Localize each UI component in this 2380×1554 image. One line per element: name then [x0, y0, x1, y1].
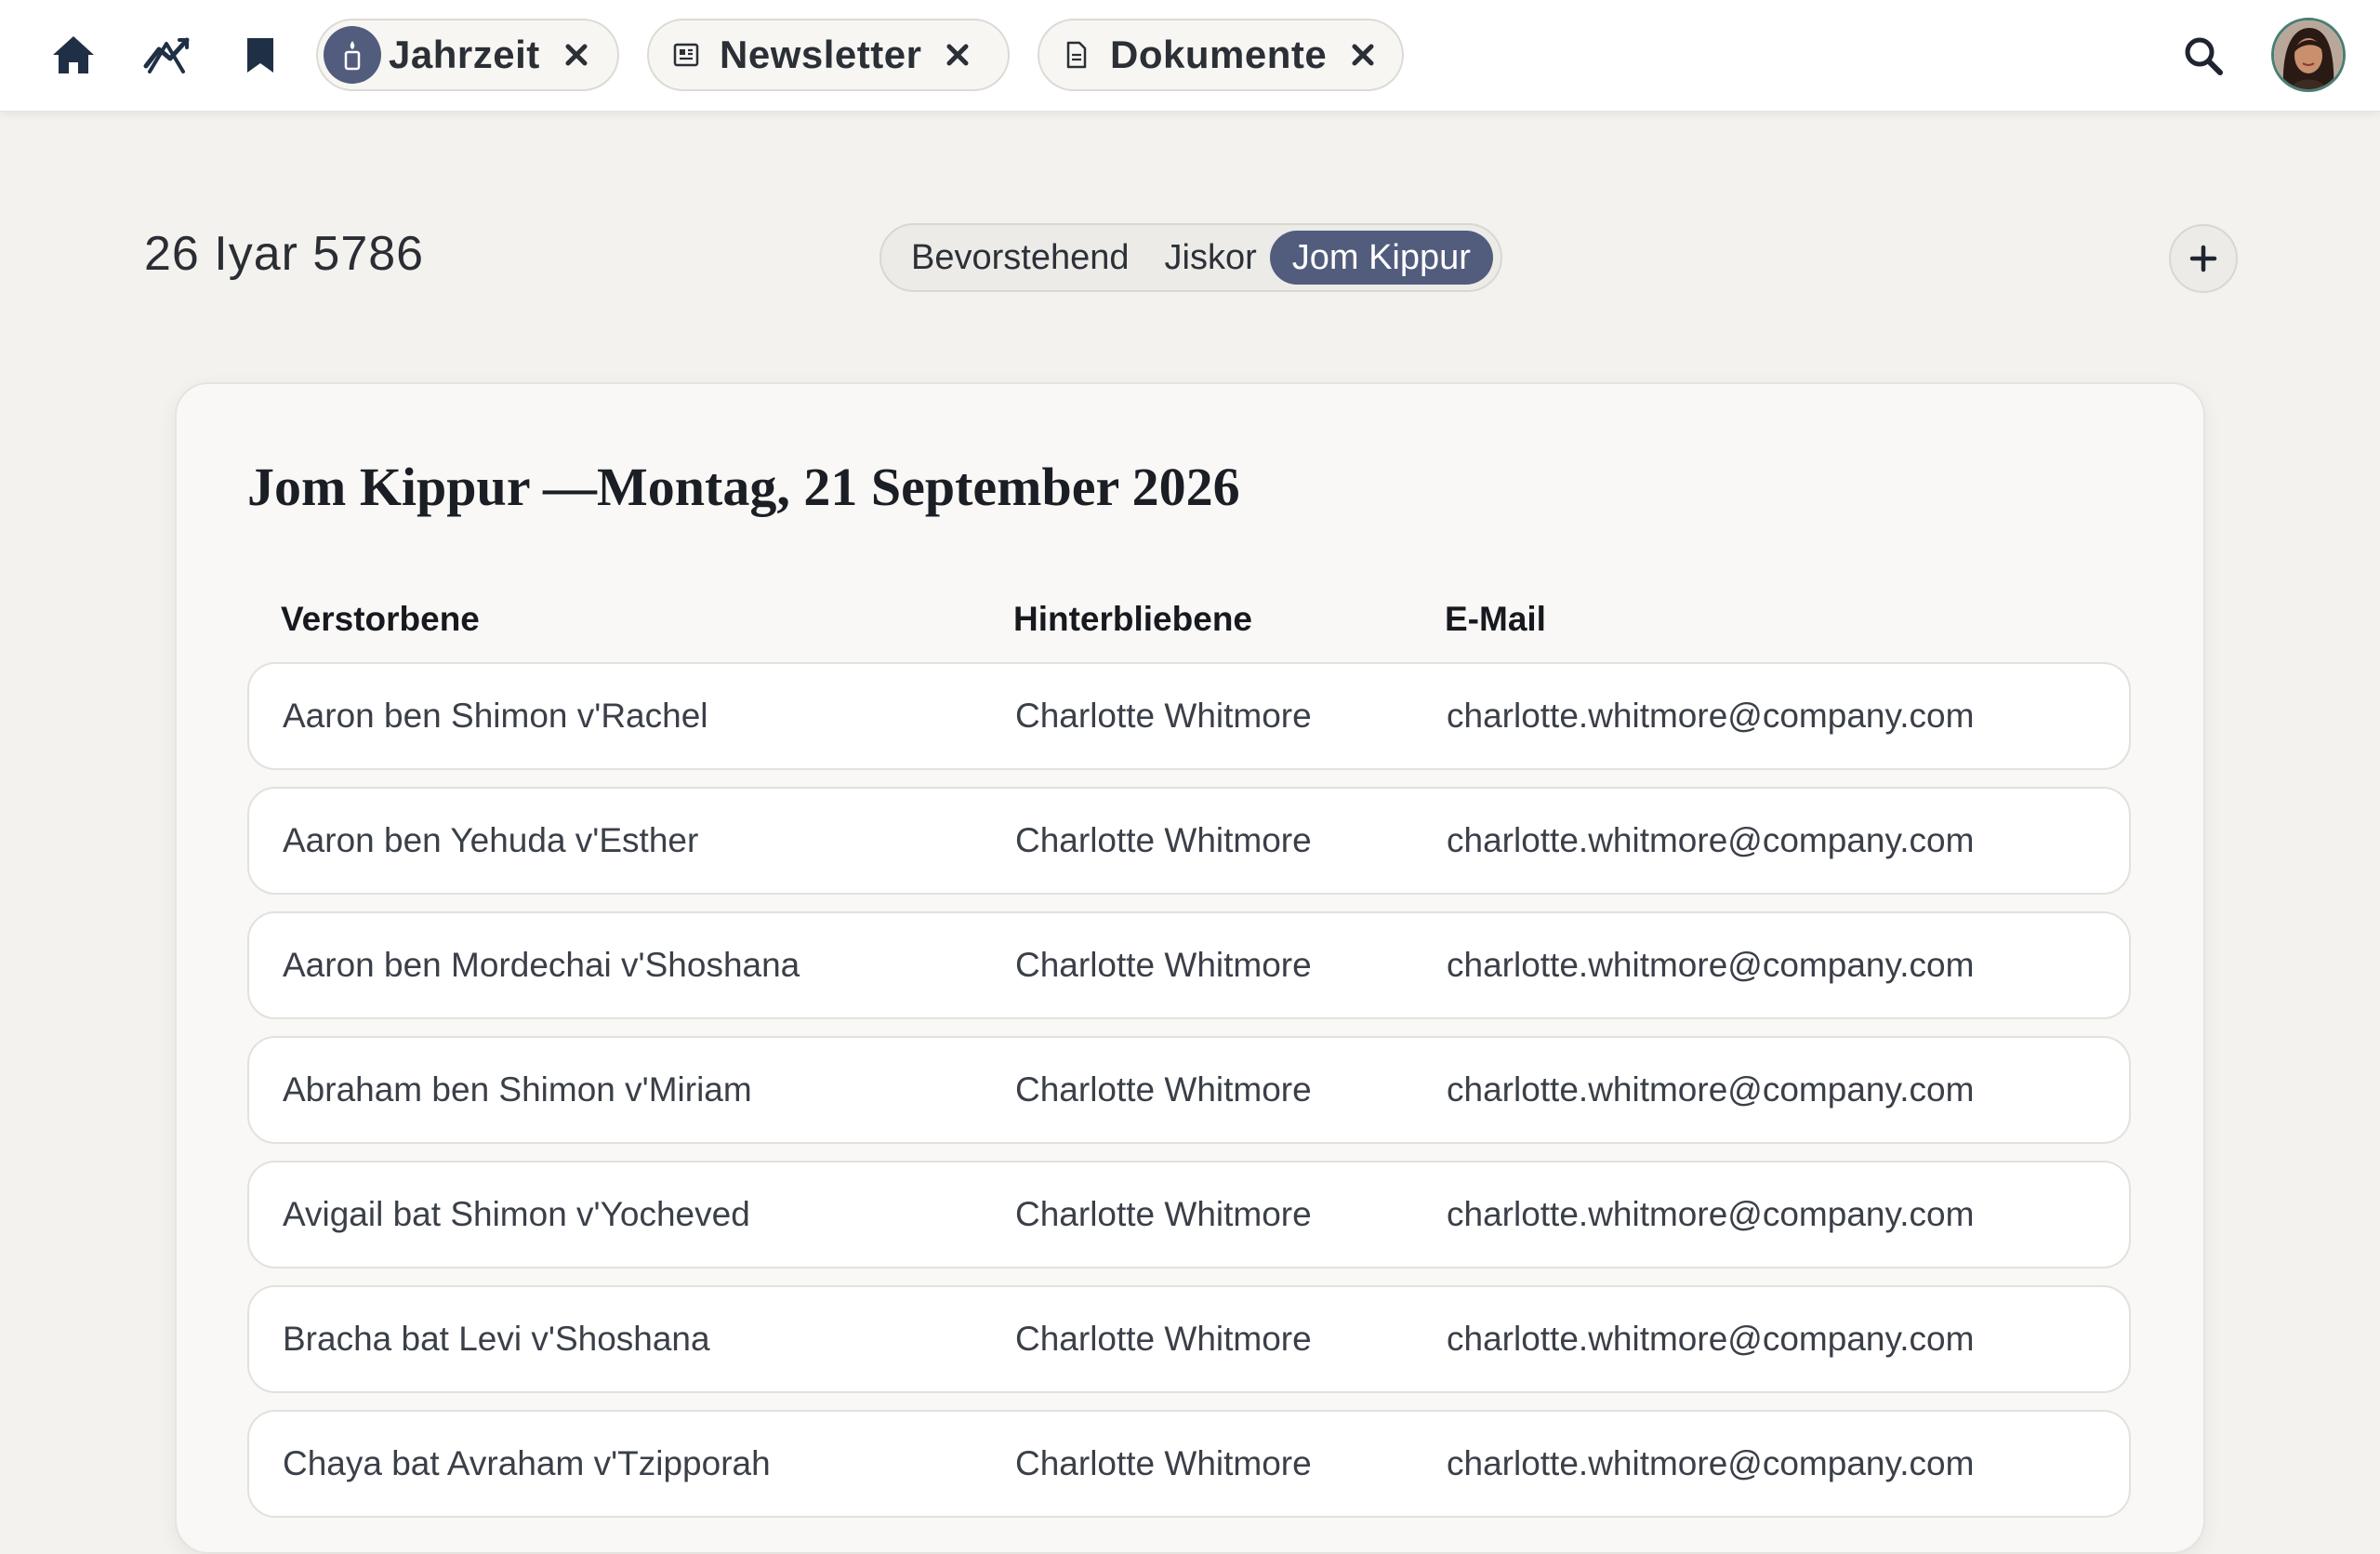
tab-label: Newsletter [720, 33, 922, 76]
deceased-name: Avigail bat Shimon v'Yocheved [283, 1195, 750, 1233]
top-navigation-bar: Jahrzeit Newsletter Dokumente [0, 0, 2380, 112]
mourner-name: Charlotte Whitmore [1015, 697, 1312, 735]
deceased-name: Aaron ben Mordechai v'Shoshana [283, 946, 800, 984]
plus-icon [2189, 245, 2217, 272]
email-address: charlotte.whitmore@company.com [1447, 946, 1975, 984]
avatar[interactable] [2271, 18, 2346, 92]
close-icon[interactable] [944, 41, 972, 69]
tab-newsletter[interactable]: Newsletter [647, 19, 1010, 91]
column-header-hinterbliebene[interactable]: Hinterbliebene [1013, 600, 1252, 639]
close-icon[interactable] [1349, 41, 1377, 69]
segment-jiskor[interactable]: Jiskor [1152, 231, 1270, 285]
deceased-name: Bracha bat Levi v'Shoshana [283, 1320, 710, 1358]
table-row[interactable]: Bracha bat Levi v'Shoshana Charlotte Whi… [247, 1285, 2131, 1393]
email-address: charlotte.whitmore@company.com [1447, 821, 1975, 859]
table-row[interactable]: Chaya bat Avraham v'Tzipporah Charlotte … [247, 1410, 2131, 1518]
segment-bevorstehend[interactable]: Bevorstehend [889, 231, 1152, 285]
deceased-name: Aaron ben Yehuda v'Esther [283, 821, 699, 859]
column-header-email[interactable]: E-Mail [1445, 600, 1546, 639]
deceased-name: Aaron ben Shimon v'Rachel [283, 697, 708, 735]
mourner-name: Charlotte Whitmore [1015, 1070, 1312, 1109]
close-icon[interactable] [562, 41, 590, 69]
email-address: charlotte.whitmore@company.com [1447, 1320, 1975, 1358]
hebrew-date: 26 Iyar 5786 [144, 227, 425, 281]
table-row[interactable]: Aaron ben Shimon v'Rachel Charlotte Whit… [247, 662, 2131, 770]
candle-icon [324, 26, 381, 84]
deceased-name: Abraham ben Shimon v'Miriam [283, 1070, 752, 1109]
chart-icon[interactable] [140, 28, 194, 82]
tab-label: Jahrzeit [389, 33, 540, 76]
table-row[interactable]: Abraham ben Shimon v'Miriam Charlotte Wh… [247, 1036, 2131, 1144]
email-address: charlotte.whitmore@company.com [1447, 1444, 1975, 1482]
tab-jahrzeit[interactable]: Jahrzeit [316, 19, 619, 91]
column-header-verstorbene[interactable]: Verstorbene [281, 600, 480, 639]
home-icon[interactable] [46, 28, 100, 82]
email-address: charlotte.whitmore@company.com [1447, 697, 1975, 735]
document-icon [1058, 36, 1095, 73]
deceased-name: Chaya bat Avraham v'Tzipporah [283, 1444, 771, 1482]
segmented-control: Bevorstehend Jiskor Jom Kippur [879, 223, 1502, 292]
mourner-name: Charlotte Whitmore [1015, 1444, 1312, 1482]
newspaper-icon [668, 36, 705, 73]
mourner-name: Charlotte Whitmore [1015, 821, 1312, 859]
bookmark-icon[interactable] [233, 28, 287, 82]
search-icon[interactable] [2175, 28, 2231, 84]
mourner-name: Charlotte Whitmore [1015, 1320, 1312, 1358]
table-row[interactable]: Aaron ben Mordechai v'Shoshana Charlotte… [247, 911, 2131, 1019]
card-title: Jom Kippur —Montag, 21 September 2026 [247, 457, 1240, 517]
add-button[interactable] [2169, 224, 2238, 293]
mourner-name: Charlotte Whitmore [1015, 946, 1312, 984]
segment-jom-kippur[interactable]: Jom Kippur [1269, 231, 1493, 285]
tab-dokumente[interactable]: Dokumente [1038, 19, 1404, 91]
mourner-name: Charlotte Whitmore [1015, 1195, 1312, 1233]
table-row[interactable]: Aaron ben Yehuda v'Esther Charlotte Whit… [247, 787, 2131, 895]
table-row[interactable]: Avigail bat Shimon v'Yocheved Charlotte … [247, 1161, 2131, 1268]
email-address: charlotte.whitmore@company.com [1447, 1195, 1975, 1233]
email-address: charlotte.whitmore@company.com [1447, 1070, 1975, 1109]
tab-label: Dokumente [1110, 33, 1328, 76]
